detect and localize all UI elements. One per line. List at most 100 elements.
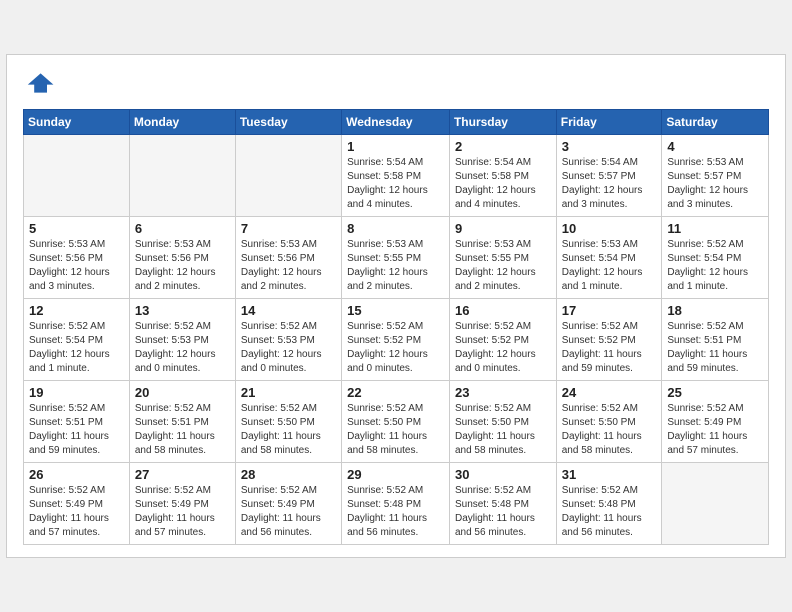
calendar-day-cell: 29 Sunrise: 5:52 AMSunset: 5:48 PMDayligh… [342, 463, 450, 545]
weekday-header-cell: Wednesday [342, 110, 450, 135]
day-info: Sunrise: 5:52 AMSunset: 5:49 PMDaylight:… [667, 402, 763, 458]
day-info: Sunrise: 5:52 AMSunset: 5:51 PMDaylight:… [29, 402, 124, 458]
day-number: 29 [347, 467, 444, 482]
day-info: Sunrise: 5:53 AMSunset: 5:55 PMDaylight:… [347, 238, 444, 294]
day-number: 23 [455, 385, 551, 400]
calendar-day-cell: 31Sunrise: 5:52 AMSunset: 5:48 PMDayligh… [556, 463, 662, 545]
day-info: Sunrise: 5:53 AMSunset: 5:56 PMDaylight:… [241, 238, 336, 294]
calendar-week-row: 26 Sunrise: 5:52 AMSunset: 5:49 PMDayligh… [24, 463, 769, 545]
calendar-day-cell: 17Sunrise: 5:52 AMSunset: 5:52 PMDayligh… [556, 299, 662, 381]
calendar-week-row: 1 Sunrise: 5:54 AMSunset: 5:58 PMDaylight… [24, 135, 769, 217]
day-info: Sunrise: 5:53 AMSunset: 5:55 PMDaylight:… [455, 238, 551, 294]
calendar-day-cell: 25 Sunrise: 5:52 AMSunset: 5:49 PMDayligh… [662, 381, 769, 463]
day-info: Sunrise: 5:52 AMSunset: 5:49 PMDaylight:… [241, 484, 336, 540]
calendar-day-cell: 7 Sunrise: 5:53 AMSunset: 5:56 PMDaylight… [235, 217, 341, 299]
day-number: 18 [667, 303, 763, 318]
calendar-day-cell: 30 Sunrise: 5:52 AMSunset: 5:48 PMDayligh… [449, 463, 556, 545]
day-number: 26 [29, 467, 124, 482]
day-info: Sunrise: 5:52 AMSunset: 5:50 PMDaylight:… [347, 402, 444, 458]
day-number: 1 [347, 139, 444, 154]
calendar-day-cell [129, 135, 235, 217]
day-number: 16 [455, 303, 551, 318]
calendar-day-cell: 8 Sunrise: 5:53 AMSunset: 5:55 PMDaylight… [342, 217, 450, 299]
calendar-day-cell: 22Sunrise: 5:52 AMSunset: 5:50 PMDayligh… [342, 381, 450, 463]
header [23, 67, 769, 99]
day-info: Sunrise: 5:52 AMSunset: 5:49 PMDaylight:… [29, 484, 124, 540]
day-number: 4 [667, 139, 763, 154]
logo-icon [23, 67, 55, 99]
weekday-header-cell: Friday [556, 110, 662, 135]
day-info: Sunrise: 5:53 AMSunset: 5:56 PMDaylight:… [29, 238, 124, 294]
calendar-day-cell: 4 Sunrise: 5:53 AMSunset: 5:57 PMDaylight… [662, 135, 769, 217]
day-number: 8 [347, 221, 444, 236]
calendar-day-cell: 1 Sunrise: 5:54 AMSunset: 5:58 PMDaylight… [342, 135, 450, 217]
day-info: Sunrise: 5:52 AMSunset: 5:50 PMDaylight:… [562, 402, 657, 458]
calendar-container: SundayMondayTuesdayWednesdayThursdayFrid… [6, 54, 786, 558]
calendar-day-cell: 23 Sunrise: 5:52 AMSunset: 5:50 PMDayligh… [449, 381, 556, 463]
calendar-day-cell: 3 Sunrise: 5:54 AMSunset: 5:57 PMDaylight… [556, 135, 662, 217]
calendar-day-cell: 5 Sunrise: 5:53 AMSunset: 5:56 PMDaylight… [24, 217, 130, 299]
day-info: Sunrise: 5:54 AMSunset: 5:58 PMDaylight:… [455, 156, 551, 212]
weekday-header: SundayMondayTuesdayWednesdayThursdayFrid… [24, 110, 769, 135]
calendar-day-cell: 11 Sunrise: 5:52 AMSunset: 5:54 PMDayligh… [662, 217, 769, 299]
day-info: Sunrise: 5:54 AMSunset: 5:58 PMDaylight:… [347, 156, 444, 212]
day-number: 13 [135, 303, 230, 318]
calendar-day-cell: 28 Sunrise: 5:52 AMSunset: 5:49 PMDayligh… [235, 463, 341, 545]
calendar-day-cell: 12 Sunrise: 5:52 AMSunset: 5:54 PMDayligh… [24, 299, 130, 381]
calendar-day-cell: 20Sunrise: 5:52 AMSunset: 5:51 PMDayligh… [129, 381, 235, 463]
day-number: 12 [29, 303, 124, 318]
logo [23, 67, 59, 99]
day-number: 7 [241, 221, 336, 236]
calendar-day-cell: 24 Sunrise: 5:52 AMSunset: 5:50 PMDayligh… [556, 381, 662, 463]
day-number: 24 [562, 385, 657, 400]
calendar-day-cell: 6 Sunrise: 5:53 AMSunset: 5:56 PMDaylight… [129, 217, 235, 299]
day-info: Sunrise: 5:54 AMSunset: 5:57 PMDaylight:… [562, 156, 657, 212]
day-info: Sunrise: 5:52 AMSunset: 5:54 PMDaylight:… [667, 238, 763, 294]
day-info: Sunrise: 5:53 AMSunset: 5:56 PMDaylight:… [135, 238, 230, 294]
day-info: Sunrise: 5:52 AMSunset: 5:48 PMDaylight:… [347, 484, 444, 540]
day-info: Sunrise: 5:52 AMSunset: 5:52 PMDaylight:… [562, 320, 657, 376]
day-info: Sunrise: 5:52 AMSunset: 5:53 PMDaylight:… [135, 320, 230, 376]
day-info: Sunrise: 5:52 AMSunset: 5:51 PMDaylight:… [135, 402, 230, 458]
day-number: 3 [562, 139, 657, 154]
day-number: 6 [135, 221, 230, 236]
weekday-header-cell: Thursday [449, 110, 556, 135]
day-number: 25 [667, 385, 763, 400]
weekday-header-cell: Tuesday [235, 110, 341, 135]
day-number: 28 [241, 467, 336, 482]
calendar-day-cell: 13 Sunrise: 5:52 AMSunset: 5:53 PMDayligh… [129, 299, 235, 381]
day-info: Sunrise: 5:53 AMSunset: 5:54 PMDaylight:… [562, 238, 657, 294]
day-number: 19 [29, 385, 124, 400]
day-number: 11 [667, 221, 763, 236]
calendar-body: 1 Sunrise: 5:54 AMSunset: 5:58 PMDaylight… [24, 135, 769, 545]
day-number: 10 [562, 221, 657, 236]
calendar-day-cell: 21Sunrise: 5:52 AMSunset: 5:50 PMDayligh… [235, 381, 341, 463]
calendar-day-cell [235, 135, 341, 217]
day-number: 30 [455, 467, 551, 482]
day-info: Sunrise: 5:52 AMSunset: 5:50 PMDaylight:… [455, 402, 551, 458]
calendar-day-cell: 27 Sunrise: 5:52 AMSunset: 5:49 PMDayligh… [129, 463, 235, 545]
calendar-day-cell: 19 Sunrise: 5:52 AMSunset: 5:51 PMDayligh… [24, 381, 130, 463]
day-info: Sunrise: 5:53 AMSunset: 5:57 PMDaylight:… [667, 156, 763, 212]
calendar-week-row: 5 Sunrise: 5:53 AMSunset: 5:56 PMDaylight… [24, 217, 769, 299]
calendar-week-row: 19 Sunrise: 5:52 AMSunset: 5:51 PMDayligh… [24, 381, 769, 463]
day-info: Sunrise: 5:52 AMSunset: 5:53 PMDaylight:… [241, 320, 336, 376]
day-info: Sunrise: 5:52 AMSunset: 5:50 PMDaylight:… [241, 402, 336, 458]
day-info: Sunrise: 5:52 AMSunset: 5:49 PMDaylight:… [135, 484, 230, 540]
calendar-day-cell: 15Sunrise: 5:52 AMSunset: 5:52 PMDayligh… [342, 299, 450, 381]
calendar-grid: SundayMondayTuesdayWednesdayThursdayFrid… [23, 109, 769, 545]
day-number: 9 [455, 221, 551, 236]
day-info: Sunrise: 5:52 AMSunset: 5:52 PMDaylight:… [347, 320, 444, 376]
day-info: Sunrise: 5:52 AMSunset: 5:48 PMDaylight:… [455, 484, 551, 540]
day-info: Sunrise: 5:52 AMSunset: 5:54 PMDaylight:… [29, 320, 124, 376]
day-number: 27 [135, 467, 230, 482]
calendar-day-cell: 26 Sunrise: 5:52 AMSunset: 5:49 PMDayligh… [24, 463, 130, 545]
calendar-day-cell [24, 135, 130, 217]
day-number: 2 [455, 139, 551, 154]
calendar-day-cell: 18Sunrise: 5:52 AMSunset: 5:51 PMDayligh… [662, 299, 769, 381]
day-number: 5 [29, 221, 124, 236]
weekday-header-cell: Sunday [24, 110, 130, 135]
calendar-day-cell [662, 463, 769, 545]
day-number: 31 [562, 467, 657, 482]
calendar-day-cell: 9 Sunrise: 5:53 AMSunset: 5:55 PMDaylight… [449, 217, 556, 299]
